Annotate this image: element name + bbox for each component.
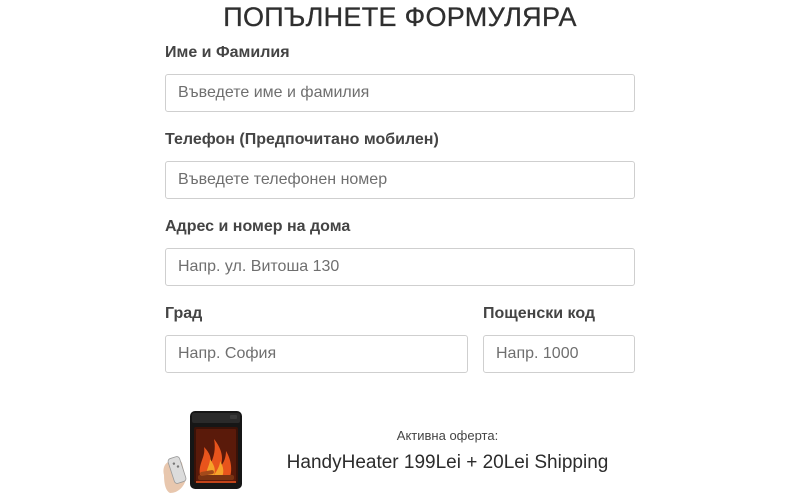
- postcode-field-group: Пощенски код: [483, 304, 635, 373]
- offer-text: Активна оферта: HandyHeater 199Lei + 20L…: [270, 427, 625, 475]
- phone-label: Телефон (Предпочитано мобилен): [165, 131, 439, 148]
- name-field-group: Име и Фамилия: [165, 43, 635, 112]
- name-label: Име и Фамилия: [165, 44, 290, 61]
- name-input[interactable]: [165, 74, 635, 112]
- city-input[interactable]: [165, 335, 468, 373]
- active-offer: Активна оферта: HandyHeater 199Lei + 20L…: [160, 405, 640, 495]
- city-field-group: Град: [165, 304, 468, 373]
- phone-field-group: Телефон (Предпочитано мобилен): [165, 130, 635, 199]
- address-label: Адрес и номер на дома: [165, 218, 351, 235]
- city-label: Град: [165, 305, 203, 322]
- offer-kicker: Активна оферта:: [396, 428, 499, 443]
- portable-heater-product-image: [163, 411, 242, 493]
- offer-headline: HandyHeater 199Lei + 20Lei Shipping: [286, 452, 609, 473]
- form-title: ПОПЪЛНЕТЕ ФОРМУЛЯРА: [223, 2, 577, 32]
- postcode-label: Пощенски код: [483, 305, 596, 322]
- address-input[interactable]: [165, 248, 635, 286]
- phone-input[interactable]: [165, 161, 635, 199]
- postcode-input[interactable]: [483, 335, 635, 373]
- address-field-group: Адрес и номер на дома: [165, 217, 635, 286]
- order-form-page: ПОПЪЛНЕТЕ ФОРМУЛЯРА Име и Фамилия Телефо…: [0, 0, 800, 500]
